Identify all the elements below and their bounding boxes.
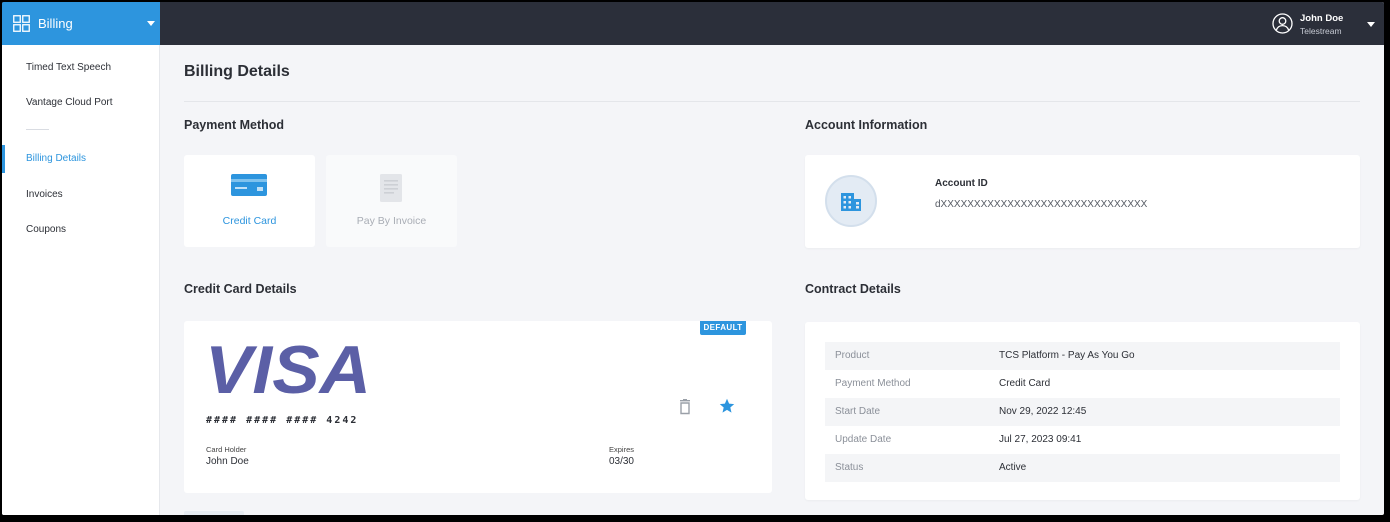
sidebar-item-label: Billing Details (26, 153, 87, 164)
account-information-title: Account Information (805, 118, 928, 132)
contract-row-value: TCS Platform - Pay As You Go (999, 350, 1135, 361)
user-organization: Telestream (1300, 26, 1342, 36)
sidebar-item-label: Invoices (26, 189, 63, 200)
contract-row-payment-method: Payment Method Credit Card (825, 370, 1340, 398)
sidebar-item-vantage-cloud-port[interactable]: Vantage Cloud Port (2, 89, 160, 117)
account-information-card: Account ID dXXXXXXXXXXXXXXXXXXXXXXXXXXXX… (805, 155, 1360, 248)
credit-card-panel: DEFAULT VISA #### #### #### 4242 Card Ho… (184, 321, 772, 493)
invoice-icon (380, 174, 402, 202)
sidebar-item-label: Vantage Cloud Port (26, 97, 113, 108)
account-avatar (825, 175, 877, 227)
default-star-icon[interactable] (719, 398, 735, 414)
title-divider (184, 101, 1360, 102)
user-menu[interactable]: John Doe Telestream (1254, 2, 1384, 45)
add-card-button[interactable] (184, 511, 244, 515)
sidebar-item-timed-text-speech[interactable]: Timed Text Speech (2, 54, 160, 82)
payment-option-label: Pay By Invoice (356, 215, 427, 227)
account-id-label: Account ID (935, 178, 988, 189)
chevron-down-icon (1367, 22, 1375, 27)
main-content: Billing Details Payment Method Credit Ca… (160, 45, 1384, 515)
contract-details-card: Product TCS Platform - Pay As You Go Pay… (805, 322, 1360, 500)
visa-logo-text: VISA (205, 341, 371, 397)
user-name: John Doe (1300, 13, 1344, 24)
contract-row-status: Status Active (825, 454, 1340, 482)
visa-logo: VISA (205, 341, 371, 397)
account-id-value: dXXXXXXXXXXXXXXXXXXXXXXXXXXXXXXX (935, 199, 1148, 210)
contract-row-value: Active (999, 462, 1027, 473)
contract-row-value: Credit Card (999, 378, 1051, 389)
contract-row-value: Jul 27, 2023 09:41 (999, 434, 1082, 445)
card-holder-label: Card Holder (206, 445, 247, 454)
contract-row-value: Nov 29, 2022 12:45 (999, 406, 1087, 417)
expires-label: Expires (608, 445, 634, 454)
payment-method-title: Payment Method (184, 118, 285, 132)
default-badge: DEFAULT (700, 321, 746, 335)
chevron-down-icon (147, 21, 155, 26)
app-name: Billing (38, 16, 73, 31)
payment-option-credit-card[interactable]: Credit Card (184, 155, 315, 247)
apps-grid-icon (13, 15, 30, 32)
contract-details-title: Contract Details (805, 282, 901, 296)
contract-row-key: Update Date (835, 434, 892, 445)
credit-card-icon (231, 174, 267, 196)
sidebar-divider (26, 129, 49, 130)
delete-card-icon[interactable] (678, 399, 692, 415)
app-window: Billing John Doe Telestream Timed Text S… (2, 2, 1384, 515)
card-holder-value: John Doe (206, 456, 249, 467)
sidebar: Timed Text Speech Vantage Cloud Port Bil… (2, 45, 160, 515)
credit-card-details-title: Credit Card Details (184, 282, 297, 296)
app-switcher[interactable]: Billing (2, 2, 160, 45)
sidebar-item-invoices[interactable]: Invoices (2, 181, 160, 209)
contract-row-key: Status (835, 462, 864, 473)
contract-row-key: Payment Method (835, 378, 911, 389)
building-icon (841, 193, 861, 211)
sidebar-item-label: Coupons (26, 224, 67, 235)
card-number: #### #### #### 4242 (206, 415, 359, 426)
contract-row-update-date: Update Date Jul 27, 2023 09:41 (825, 426, 1340, 454)
sidebar-item-label: Timed Text Speech (26, 62, 112, 73)
payment-option-pay-by-invoice[interactable]: Pay By Invoice (326, 155, 457, 247)
page-title: Billing Details (184, 63, 290, 80)
contract-row-key: Product (835, 350, 870, 361)
payment-option-label: Credit Card (222, 215, 277, 227)
contract-row-start-date: Start Date Nov 29, 2022 12:45 (825, 398, 1340, 426)
contract-row-product: Product TCS Platform - Pay As You Go (825, 342, 1340, 370)
expires-value: 03/30 (608, 456, 634, 467)
sidebar-item-coupons[interactable]: Coupons (2, 216, 160, 244)
contract-row-key: Start Date (835, 406, 881, 417)
top-bar: Billing John Doe Telestream (2, 2, 1384, 45)
sidebar-item-billing-details[interactable]: Billing Details (2, 145, 160, 173)
user-avatar-icon (1272, 13, 1293, 34)
